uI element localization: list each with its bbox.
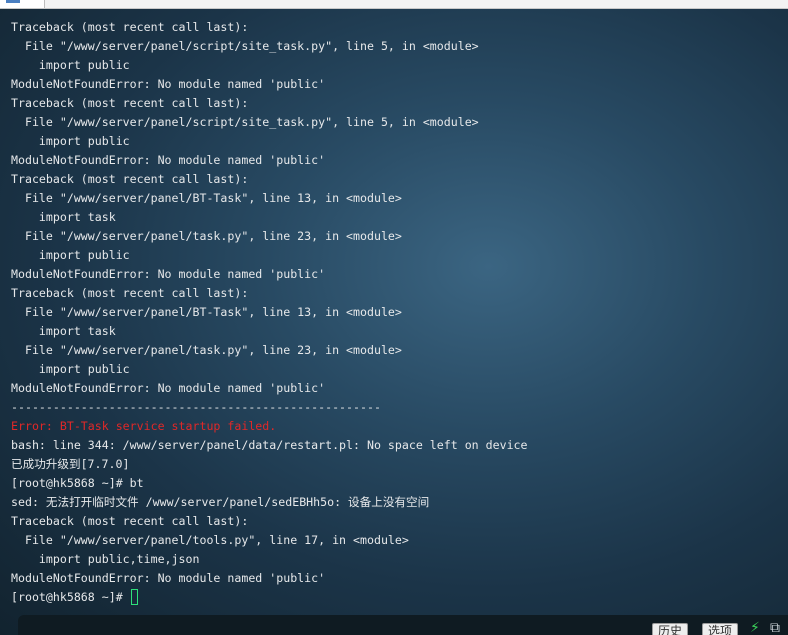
terminal-line: ModuleNotFoundError: No module named 'pu… — [11, 153, 326, 167]
terminal-line: Traceback (most recent call last): — [11, 20, 249, 34]
tab-accent — [6, 0, 20, 3]
lightning-icon[interactable]: ⚡ — [750, 621, 760, 635]
terminal-line: File "/www/server/panel/task.py", line 2… — [11, 229, 402, 243]
terminal-line: [root@hk5868 ~]# bt — [11, 476, 144, 490]
window-top-strip — [0, 0, 788, 9]
terminal-line: Traceback (most recent call last): — [11, 96, 249, 110]
terminal-line: import public — [11, 248, 130, 262]
terminal-line: 已成功升级到[7.7.0] — [11, 457, 130, 471]
terminal-line: File "/www/server/panel/script/site_task… — [11, 39, 479, 53]
terminal-line: Traceback (most recent call last): — [11, 514, 249, 528]
terminal-line: import task — [11, 324, 116, 338]
terminal-line: ----------------------------------------… — [11, 400, 381, 414]
text-cursor — [130, 589, 138, 605]
copy-icon[interactable]: ⧉ — [770, 621, 780, 635]
terminal-line: ModuleNotFoundError: No module named 'pu… — [11, 267, 326, 281]
active-tab[interactable] — [0, 0, 45, 8]
options-button[interactable]: 选项 — [702, 623, 739, 635]
terminal-line: ModuleNotFoundError: No module named 'pu… — [11, 571, 326, 585]
terminal-line: ModuleNotFoundError: No module named 'pu… — [11, 77, 326, 91]
terminal-line: Traceback (most recent call last): — [11, 172, 249, 186]
terminal-line: import public — [11, 58, 130, 72]
terminal-line: ModuleNotFoundError: No module named 'pu… — [11, 381, 326, 395]
terminal-line: import task — [11, 210, 116, 224]
terminal-line: File "/www/server/panel/BT-Task", line 1… — [11, 305, 402, 319]
terminal-line: File "/www/server/panel/tools.py", line … — [11, 533, 409, 547]
terminal-prompt-line[interactable]: [root@hk5868 ~]# — [11, 588, 781, 607]
terminal-output[interactable]: Traceback (most recent call last): File … — [11, 18, 781, 614]
terminal-line: File "/www/server/panel/script/site_task… — [11, 115, 479, 129]
terminal-line: import public — [11, 134, 130, 148]
terminal-line: bash: line 344: /www/server/panel/data/r… — [11, 438, 528, 452]
terminal-line: import public — [11, 362, 130, 376]
terminal-line: sed: 无法打开临时文件 /www/server/panel/sedEBHh5… — [11, 495, 430, 509]
history-button[interactable]: 历史 — [652, 623, 689, 635]
terminal-line: import public,time,json — [11, 552, 200, 566]
terminal-line: File "/www/server/panel/task.py", line 2… — [11, 343, 402, 357]
terminal-line: File "/www/server/panel/BT-Task", line 1… — [11, 191, 402, 205]
terminal-error-line: Error: BT-Task service startup failed. — [11, 419, 277, 433]
terminal-bottom-bar: 历史 选项 ⚡ ⧉ — [18, 615, 788, 635]
terminal-line: Traceback (most recent call last): — [11, 286, 249, 300]
shell-prompt: [root@hk5868 ~]# — [11, 590, 130, 604]
